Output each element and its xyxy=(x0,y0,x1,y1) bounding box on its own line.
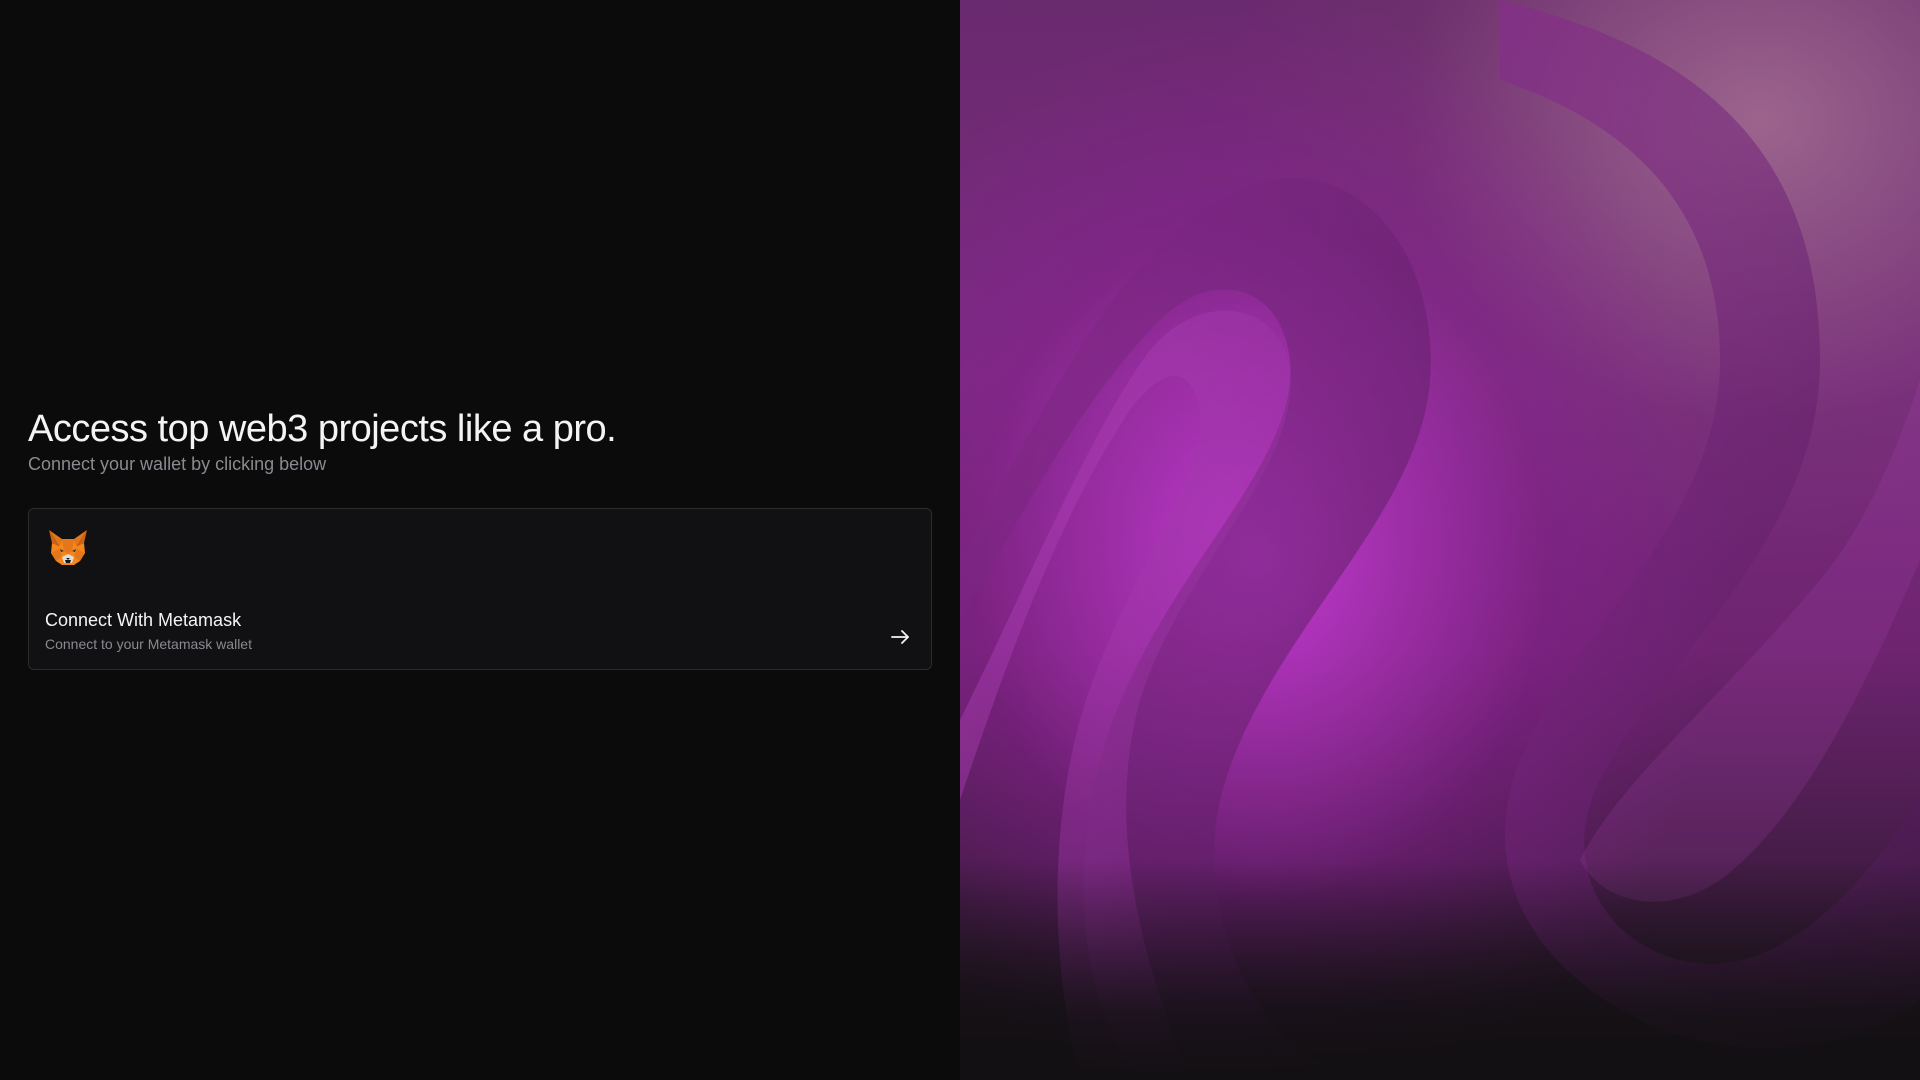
metamask-fox-icon xyxy=(49,530,87,565)
decorative-gradient-panel xyxy=(960,0,1920,1080)
page-title: Access top web3 projects like a pro. xyxy=(28,408,617,450)
page-subtitle: Connect your wallet by clicking below xyxy=(28,454,327,474)
bottom-fade-overlay xyxy=(960,860,1920,1080)
connect-metamask-title: Connect With Metamask xyxy=(45,610,242,630)
connect-wallet-section: Access top web3 projects like a pro. Con… xyxy=(28,405,932,670)
connect-metamask-subtitle: Connect to your Metamask wallet xyxy=(45,636,252,652)
connect-metamask-button[interactable]: Connect With Metamask Connect to your Me… xyxy=(28,508,932,670)
left-panel: Access top web3 projects like a pro. Con… xyxy=(0,0,960,1080)
arrow-right-icon xyxy=(891,630,909,644)
page: Access top web3 projects like a pro. Con… xyxy=(0,0,1920,1080)
